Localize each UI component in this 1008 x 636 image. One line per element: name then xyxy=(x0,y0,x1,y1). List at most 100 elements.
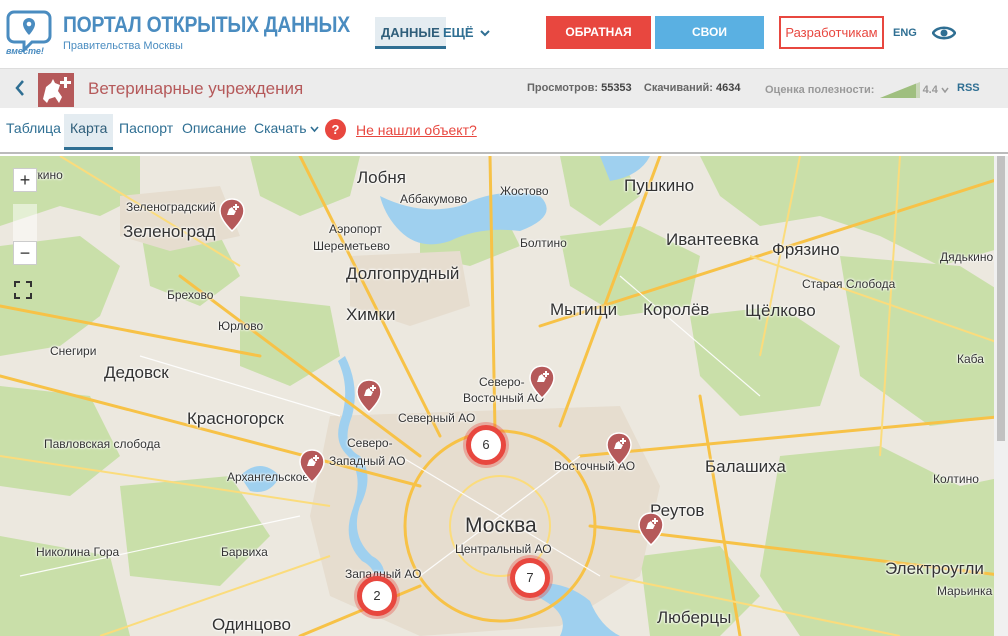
zoom-out-button[interactable]: − xyxy=(13,241,37,265)
map-pin-icon xyxy=(638,512,664,546)
chevron-left-icon xyxy=(15,80,24,96)
help-icon[interactable]: ? xyxy=(325,119,346,140)
map-label-kab: Каба xyxy=(957,352,984,366)
map-label-fryazino: Фрязино xyxy=(772,240,840,259)
map-label-odintsovo: Одинцово xyxy=(212,615,291,634)
top-bar: вместе! ПОРТАЛ ОТКРЫТЫХ ДАННЫХ Правитель… xyxy=(0,0,1008,72)
dataset-tabs: Таблица Карта Паспорт Описание Скачать ?… xyxy=(0,110,1008,154)
logo-subtitle: вместе! xyxy=(6,46,44,56)
map-label-brekhovo: Брехово xyxy=(167,288,214,302)
map-label-abbakumovo: Аббакумово xyxy=(400,192,468,206)
map-label-balashikha: Балашиха xyxy=(705,457,786,476)
rating-value: 4.4 xyxy=(922,83,938,96)
map-cluster[interactable]: 7 xyxy=(510,558,550,598)
map-label-moskva: Москва xyxy=(465,514,537,537)
zoom-in-button[interactable]: + xyxy=(13,168,37,192)
rating-bar-icon xyxy=(879,82,920,98)
map-label-boltino: Болтино xyxy=(520,236,567,250)
map-label-severo-zapadny-1: Северо- xyxy=(347,436,393,450)
downloads-value: 4634 xyxy=(715,82,741,94)
map-label-lobnya: Лобня xyxy=(357,168,406,187)
map-label-tsentralny-ao: Центральный АО xyxy=(455,542,552,556)
developers-button[interactable]: Разработчикам xyxy=(779,16,884,49)
nav-more-label: ЕЩЁ xyxy=(443,25,474,40)
chevron-down-icon xyxy=(310,126,319,133)
tab-passport[interactable]: Паспорт xyxy=(119,120,173,136)
map-label-korolev: Королёв xyxy=(643,300,710,319)
map-label-severo-zapadny-2: Западный АО xyxy=(329,454,406,468)
map-pin-icon xyxy=(606,432,632,466)
map-label-lyubertsy: Люберцы xyxy=(657,608,732,627)
map-label-dolgoprudny: Долгопрудный xyxy=(346,264,460,283)
map-label-krasnogorsk: Красногорск xyxy=(187,409,284,428)
portal-subtitle: Правительства Москвы xyxy=(63,40,183,52)
language-switch[interactable]: ENG xyxy=(893,27,917,39)
map-label-pavlovskaya: Павловская слобода xyxy=(44,437,161,451)
map-pin-icon xyxy=(356,379,382,413)
dataset-icon xyxy=(38,73,74,107)
not-found-link[interactable]: Не нашли объект? xyxy=(356,122,477,138)
map-label-severny-ao: Северный АО xyxy=(398,411,476,425)
map-label-zelenogradsky: Зеленоградский xyxy=(126,200,216,214)
dataset-title: Ветеринарные учреждения xyxy=(88,79,304,98)
scrollbar-thumb[interactable] xyxy=(997,156,1005,441)
zoom-slider[interactable] xyxy=(13,204,37,244)
downloads-label: Скачиваний: xyxy=(643,82,713,94)
fullscreen-icon xyxy=(14,281,32,299)
tab-table[interactable]: Таблица xyxy=(6,120,61,136)
fullscreen-button[interactable] xyxy=(13,280,37,304)
map-label-dedovsk: Дедовск xyxy=(104,363,169,382)
tab-description[interactable]: Описание xyxy=(182,120,246,136)
map-view[interactable]: ткино Лобня Пушкино Зеленоградский Зелен… xyxy=(0,156,1008,636)
map-label-yurlovo: Юрлово xyxy=(218,319,264,333)
map-label-zhostovo: Жостово xyxy=(500,184,549,198)
chevron-down-icon xyxy=(941,87,949,94)
map-label-airport: Аэропорт xyxy=(329,222,382,236)
accessibility-button[interactable] xyxy=(931,24,957,47)
views-label: Просмотров: xyxy=(527,82,599,94)
vet-dog-icon xyxy=(43,77,71,103)
map-label-barvikha: Барвиха xyxy=(221,545,268,559)
map-pin-icon xyxy=(299,449,325,483)
map-cluster[interactable]: 2 xyxy=(357,576,397,616)
map-cluster[interactable]: 6 xyxy=(466,425,506,465)
rss-link[interactable]: RSS xyxy=(957,82,980,94)
vet-location-pin[interactable] xyxy=(299,449,325,483)
vet-location-pin[interactable] xyxy=(638,512,664,546)
nav-more-menu[interactable]: ЕЩЁ xyxy=(443,17,490,49)
map-label-dyadkino: Дядькино xyxy=(940,250,994,264)
map-label-koltino: Колтино xyxy=(933,472,979,486)
portal-title[interactable]: ПОРТАЛ ОТКРЫТЫХ ДАННЫХ xyxy=(63,12,350,38)
products-button[interactable]: СВОИ ПРОДУКТЫ! xyxy=(655,16,764,72)
views-value: 55353 xyxy=(601,82,632,94)
map-label-zelenograd: Зеленоград xyxy=(123,222,216,241)
map-label-severo-vostochny-1: Северо- xyxy=(479,375,525,389)
map-label-mytishchi: Мытищи xyxy=(550,300,618,319)
rating-label: Оценка полезности: xyxy=(765,83,875,96)
map-label-pushkino: Пушкино xyxy=(624,176,695,195)
vet-location-pin[interactable] xyxy=(606,432,632,466)
map-label-shchelkovo: Щёлково xyxy=(745,301,816,320)
vet-location-pin[interactable] xyxy=(529,365,555,399)
dataset-stats: Просмотров: 55353 Скачиваний: 4634 xyxy=(527,82,740,94)
map-label-sheremetyevo: Шереметьево xyxy=(313,239,390,253)
tab-download[interactable]: Скачать xyxy=(254,120,319,136)
map-label-marinka: Марьинка xyxy=(937,584,993,598)
map-label-elektrougli: Электроугли xyxy=(885,559,984,578)
feedback-button[interactable]: ОБРАТНАЯ СВЯЗЬ xyxy=(546,16,651,72)
vet-location-pin[interactable] xyxy=(219,198,245,232)
nav-data-menu[interactable]: ДАННЫЕ xyxy=(375,17,446,49)
vet-location-pin[interactable] xyxy=(356,379,382,413)
map-label-snegiri: Снегири xyxy=(50,344,97,358)
back-button[interactable] xyxy=(14,79,26,102)
chevron-down-icon xyxy=(480,30,490,37)
map-pin-icon xyxy=(219,198,245,232)
page-scrollbar[interactable] xyxy=(994,156,1008,636)
dataset-bar: Ветеринарные учреждения Просмотров: 5535… xyxy=(0,68,1008,108)
tab-map[interactable]: Карта xyxy=(64,114,114,150)
map-label-khimki: Химки xyxy=(346,305,396,324)
map-label-ivanteevka: Ивантеевка xyxy=(666,230,759,249)
map-label-arkhangelskoe: Архангельское xyxy=(227,470,310,484)
rating[interactable]: Оценка полезности: 4.4 xyxy=(765,82,949,98)
map-pin-icon xyxy=(529,365,555,399)
